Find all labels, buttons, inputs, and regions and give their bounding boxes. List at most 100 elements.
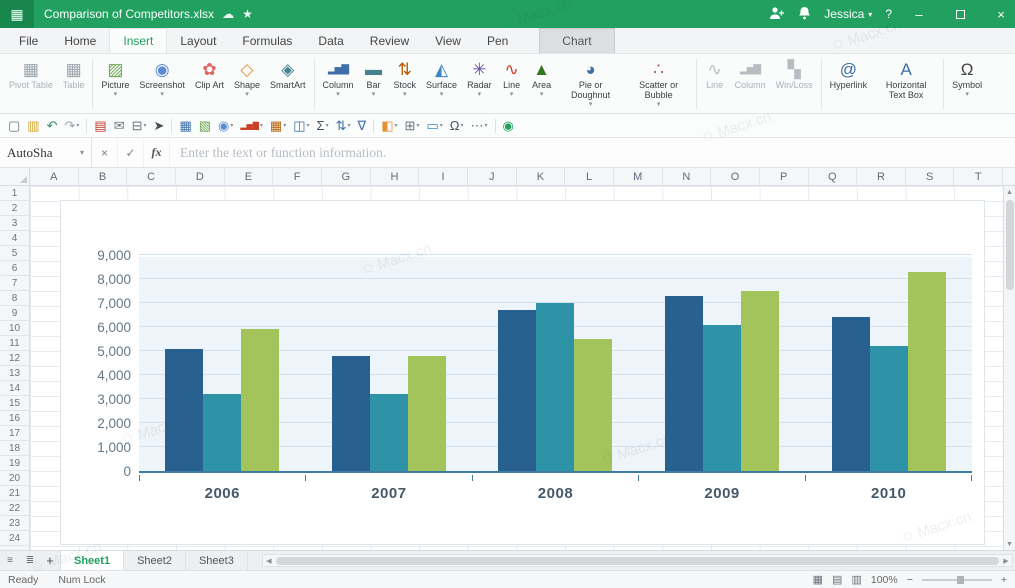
undo-icon[interactable]: ↶ bbox=[47, 119, 58, 132]
sheet-tab-sheet2[interactable]: Sheet2 bbox=[124, 551, 186, 570]
scatter-or-bubble-button[interactable]: ∴Scatter or Bubble▾ bbox=[625, 56, 693, 112]
app-menu-button[interactable]: ▦ bbox=[0, 0, 34, 28]
borders-icon[interactable]: ⊞▾ bbox=[405, 119, 420, 132]
column-header-f[interactable]: F bbox=[273, 168, 322, 185]
vertical-scroll-thumb[interactable] bbox=[1006, 200, 1014, 290]
fill-color-icon[interactable]: ◧▾ bbox=[381, 119, 397, 132]
column-header-c[interactable]: C bbox=[127, 168, 176, 185]
user-account-menu[interactable]: Jessica ▾ bbox=[824, 7, 872, 21]
invite-user-icon[interactable] bbox=[769, 6, 785, 23]
merge-cells-icon[interactable]: ▭▾ bbox=[426, 119, 442, 132]
sheet-options-icon[interactable]: ≣ bbox=[20, 551, 40, 570]
filter-icon[interactable]: ∇ bbox=[358, 119, 367, 132]
zoom-in-button[interactable]: + bbox=[1001, 574, 1007, 586]
column-header-l[interactable]: L bbox=[565, 168, 614, 185]
row-header-8[interactable]: 8 bbox=[0, 291, 29, 306]
row-header-12[interactable]: 12 bbox=[0, 351, 29, 366]
select-all-corner[interactable] bbox=[0, 168, 30, 185]
sheet-tab-sheet1[interactable]: Sheet1 bbox=[60, 551, 124, 570]
row-header-22[interactable]: 22 bbox=[0, 501, 29, 516]
normal-view-icon[interactable]: ▦ bbox=[813, 573, 823, 586]
accept-entry-button[interactable]: ✓ bbox=[118, 138, 144, 167]
add-sheet-button[interactable]: + bbox=[40, 551, 60, 570]
tab-insert[interactable]: Insert bbox=[109, 28, 167, 53]
scroll-down-icon[interactable]: ▼ bbox=[1006, 538, 1013, 550]
row-header-15[interactable]: 15 bbox=[0, 396, 29, 411]
zoom-level[interactable]: 100% bbox=[871, 574, 898, 586]
column-header-o[interactable]: O bbox=[711, 168, 760, 185]
column-header-j[interactable]: J bbox=[468, 168, 517, 185]
row-header-18[interactable]: 18 bbox=[0, 441, 29, 456]
row-header-7[interactable]: 7 bbox=[0, 276, 29, 291]
tab-layout[interactable]: Layout bbox=[167, 29, 229, 53]
column-header-g[interactable]: G bbox=[322, 168, 371, 185]
column-header-m[interactable]: M bbox=[614, 168, 663, 185]
new-document-icon[interactable]: ▢ bbox=[8, 119, 20, 132]
insert-picture-icon[interactable]: ▧ bbox=[199, 119, 211, 132]
zoom-slider-thumb[interactable] bbox=[957, 576, 964, 584]
row-header-6[interactable]: 6 bbox=[0, 261, 29, 276]
screenshot-button[interactable]: ◉Screenshot▾ bbox=[134, 56, 190, 112]
horizontal-scrollbar[interactable]: ◀ ▶ bbox=[262, 554, 1013, 567]
tab-chart[interactable]: Chart bbox=[539, 28, 614, 53]
bar-button[interactable]: ▬Bar▾ bbox=[359, 56, 389, 112]
horizontal-text-box-button[interactable]: AHorizontal Text Box bbox=[872, 56, 940, 112]
row-header-21[interactable]: 21 bbox=[0, 486, 29, 501]
zoom-slider[interactable] bbox=[922, 579, 992, 581]
smartart-button[interactable]: ◈SmartArt bbox=[265, 56, 311, 112]
tab-data[interactable]: Data bbox=[305, 29, 356, 53]
export-pdf-icon[interactable]: ▤ bbox=[94, 119, 106, 132]
row-header-4[interactable]: 4 bbox=[0, 231, 29, 246]
formula-input[interactable] bbox=[170, 138, 1015, 167]
print-icon[interactable]: ⊟▾ bbox=[132, 119, 147, 132]
open-folder-icon[interactable]: ▥ bbox=[27, 119, 39, 132]
shape-button[interactable]: ◇Shape▾ bbox=[229, 56, 265, 112]
vertical-scrollbar[interactable]: ▲ ▼ bbox=[1003, 186, 1015, 550]
more-tools-icon[interactable]: ⋯▾ bbox=[470, 119, 487, 132]
help-button[interactable]: ? bbox=[885, 7, 892, 21]
symbol-icon[interactable]: Ω▾ bbox=[450, 119, 464, 132]
row-header-14[interactable]: 14 bbox=[0, 381, 29, 396]
tab-file[interactable]: File bbox=[6, 29, 51, 53]
tab-review[interactable]: Review bbox=[357, 29, 422, 53]
row-header-2[interactable]: 2 bbox=[0, 201, 29, 216]
row-header-16[interactable]: 16 bbox=[0, 411, 29, 426]
column-header-p[interactable]: P bbox=[760, 168, 809, 185]
row-header-19[interactable]: 19 bbox=[0, 456, 29, 471]
column-header-r[interactable]: R bbox=[857, 168, 906, 185]
sheet-tab-sheet3[interactable]: Sheet3 bbox=[186, 551, 248, 570]
row-header-9[interactable]: 9 bbox=[0, 306, 29, 321]
tab-home[interactable]: Home bbox=[51, 29, 109, 53]
symbol-button[interactable]: ΩSymbol▾ bbox=[947, 56, 987, 112]
column-header-a[interactable]: A bbox=[30, 168, 79, 185]
column-header-s[interactable]: S bbox=[906, 168, 955, 185]
cell-grid[interactable]: 20062007200820092010 01,0002,0003,0004,0… bbox=[30, 186, 1003, 550]
column-header-k[interactable]: K bbox=[517, 168, 566, 185]
column-header-t[interactable]: T bbox=[954, 168, 1003, 185]
column-header-h[interactable]: H bbox=[371, 168, 420, 185]
redo-icon[interactable]: ↷▾ bbox=[65, 119, 80, 132]
tab-pen[interactable]: Pen bbox=[474, 29, 521, 53]
tab-formulas[interactable]: Formulas bbox=[229, 29, 305, 53]
cloud-save-icon[interactable]: ☁ bbox=[222, 7, 234, 21]
freeze-panes-icon[interactable]: ◫▾ bbox=[293, 119, 309, 132]
column-header-i[interactable]: I bbox=[419, 168, 468, 185]
page-break-view-icon[interactable]: ▥ bbox=[851, 573, 861, 586]
row-header-5[interactable]: 5 bbox=[0, 246, 29, 261]
notifications-bell-icon[interactable] bbox=[798, 6, 811, 23]
pie-or-doughnut-button[interactable]: ◕Pie or Doughnut▾ bbox=[557, 56, 625, 112]
column-header-q[interactable]: Q bbox=[809, 168, 858, 185]
email-icon[interactable]: ✉ bbox=[114, 119, 125, 132]
row-header-17[interactable]: 17 bbox=[0, 426, 29, 441]
insert-chart-icon[interactable]: ▂▅▇▾ bbox=[240, 122, 262, 130]
format-painter-icon[interactable]: ➤ bbox=[154, 119, 165, 132]
row-header-11[interactable]: 11 bbox=[0, 336, 29, 351]
sheet-list-icon[interactable]: ≡ bbox=[0, 551, 20, 570]
page-layout-view-icon[interactable]: ▤ bbox=[832, 573, 842, 586]
close-button[interactable]: × bbox=[987, 0, 1015, 28]
row-header-20[interactable]: 20 bbox=[0, 471, 29, 486]
pivot-table-icon[interactable]: ▦▾ bbox=[270, 119, 286, 132]
row-header-13[interactable]: 13 bbox=[0, 366, 29, 381]
row-header-3[interactable]: 3 bbox=[0, 216, 29, 231]
insert-function-button[interactable]: fx bbox=[144, 138, 170, 167]
